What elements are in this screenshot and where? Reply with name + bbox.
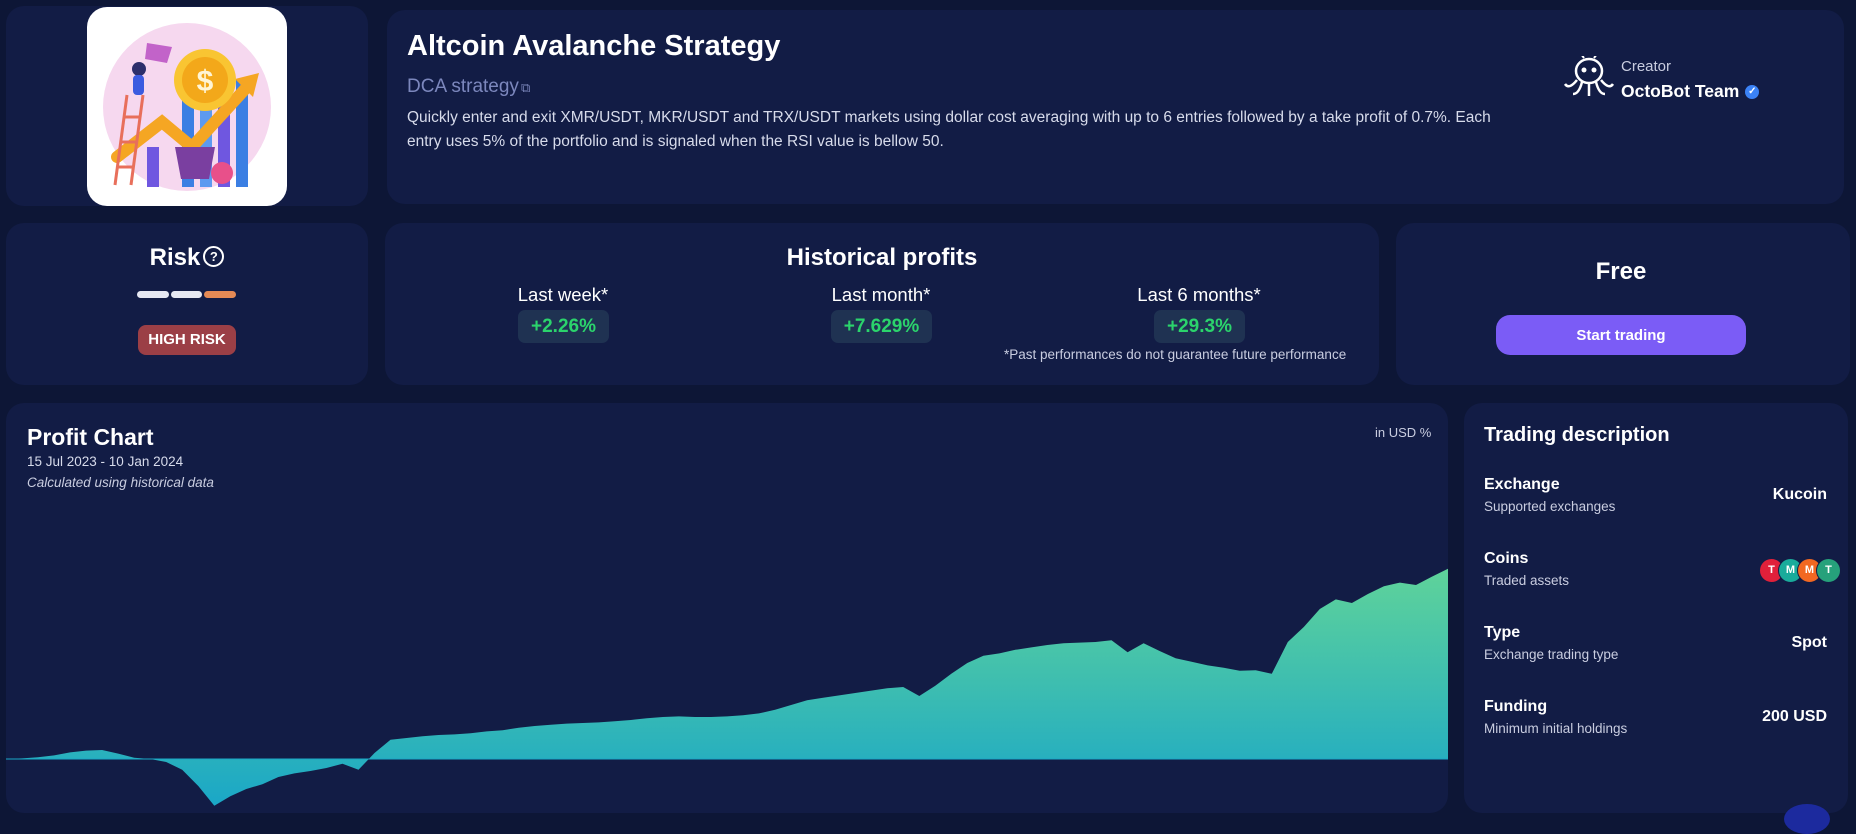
exchange-value: Kucoin xyxy=(1772,486,1827,503)
period-label-6months: Last 6 months* xyxy=(1137,284,1261,305)
svg-text:$: $ xyxy=(197,65,214,98)
profit-chart-note: Calculated using historical data xyxy=(27,475,214,490)
chat-widget-button[interactable] xyxy=(1784,804,1830,834)
creator-name[interactable]: OctoBot Team ✓ xyxy=(1621,81,1760,102)
period-value-month: +7.629% xyxy=(831,310,932,343)
risk-level-segment-1 xyxy=(137,291,169,298)
type-value: Spot xyxy=(1791,634,1827,651)
strategy-illustration: $ xyxy=(87,7,287,206)
coins-label: Coins xyxy=(1484,550,1529,567)
profit-chart-title: Profit Chart xyxy=(27,424,154,450)
profit-chart xyxy=(6,568,1448,806)
question-circle-icon[interactable]: ? xyxy=(203,246,225,267)
period-label-week: Last week* xyxy=(517,284,609,305)
historical-profits-title: Historical profits xyxy=(786,244,978,271)
risk-card: Risk? xyxy=(6,223,368,385)
exchange-sublabel: Supported exchanges xyxy=(1484,499,1616,514)
trading-description-card xyxy=(1464,403,1848,813)
tether-icon: T xyxy=(1816,558,1841,583)
octobot-logo-icon xyxy=(1563,53,1615,96)
strategy-description: Quickly enter and exit XMR/USDT, MKR/USD… xyxy=(407,109,1491,150)
trading-description-title: Trading description xyxy=(1484,424,1670,446)
coins-sublabel: Traded assets xyxy=(1484,573,1570,588)
pricing-card xyxy=(1396,223,1850,385)
profit-area xyxy=(6,568,1448,806)
risk-title-text: Risk xyxy=(149,244,201,271)
type-label: Type xyxy=(1484,624,1521,641)
profit-chart-unit: in USD % xyxy=(1375,425,1432,440)
strategy-type-label: DCA strategy xyxy=(407,76,519,97)
funding-label: Funding xyxy=(1484,698,1548,715)
creator-name-text: OctoBot Team xyxy=(1621,81,1740,101)
risk-level-segment-2 xyxy=(171,291,202,298)
strategy-title: Altcoin Avalanche Strategy xyxy=(407,30,781,62)
performance-disclaimer: *Past performances do not guarantee futu… xyxy=(1004,347,1347,362)
strategy-type-link[interactable]: DCA strategy ⧉ xyxy=(407,76,530,98)
external-link-icon: ⧉ xyxy=(520,80,531,95)
risk-title: Risk? xyxy=(6,244,368,272)
period-value-week: +2.26% xyxy=(518,310,609,343)
period-label-month: Last month* xyxy=(831,284,931,305)
price-label: Free xyxy=(1595,258,1647,285)
exchange-label: Exchange xyxy=(1484,476,1560,493)
funding-sublabel: Minimum initial holdings xyxy=(1484,721,1628,736)
start-trading-button[interactable]: Start trading xyxy=(1496,315,1746,355)
creator-logo[interactable] xyxy=(1563,53,1615,103)
type-sublabel: Exchange trading type xyxy=(1484,647,1619,662)
risk-level-segment-3 xyxy=(204,291,236,298)
period-value-6months: +29.3% xyxy=(1154,310,1245,343)
profit-chart-dates: 15 Jul 2023 - 10 Jan 2024 xyxy=(27,454,184,469)
risk-badge: HIGH RISK xyxy=(138,325,236,355)
verified-check-icon: ✓ xyxy=(1745,85,1760,100)
creator-label: Creator xyxy=(1621,58,1672,75)
funding-value: 200 USD xyxy=(1762,708,1827,725)
